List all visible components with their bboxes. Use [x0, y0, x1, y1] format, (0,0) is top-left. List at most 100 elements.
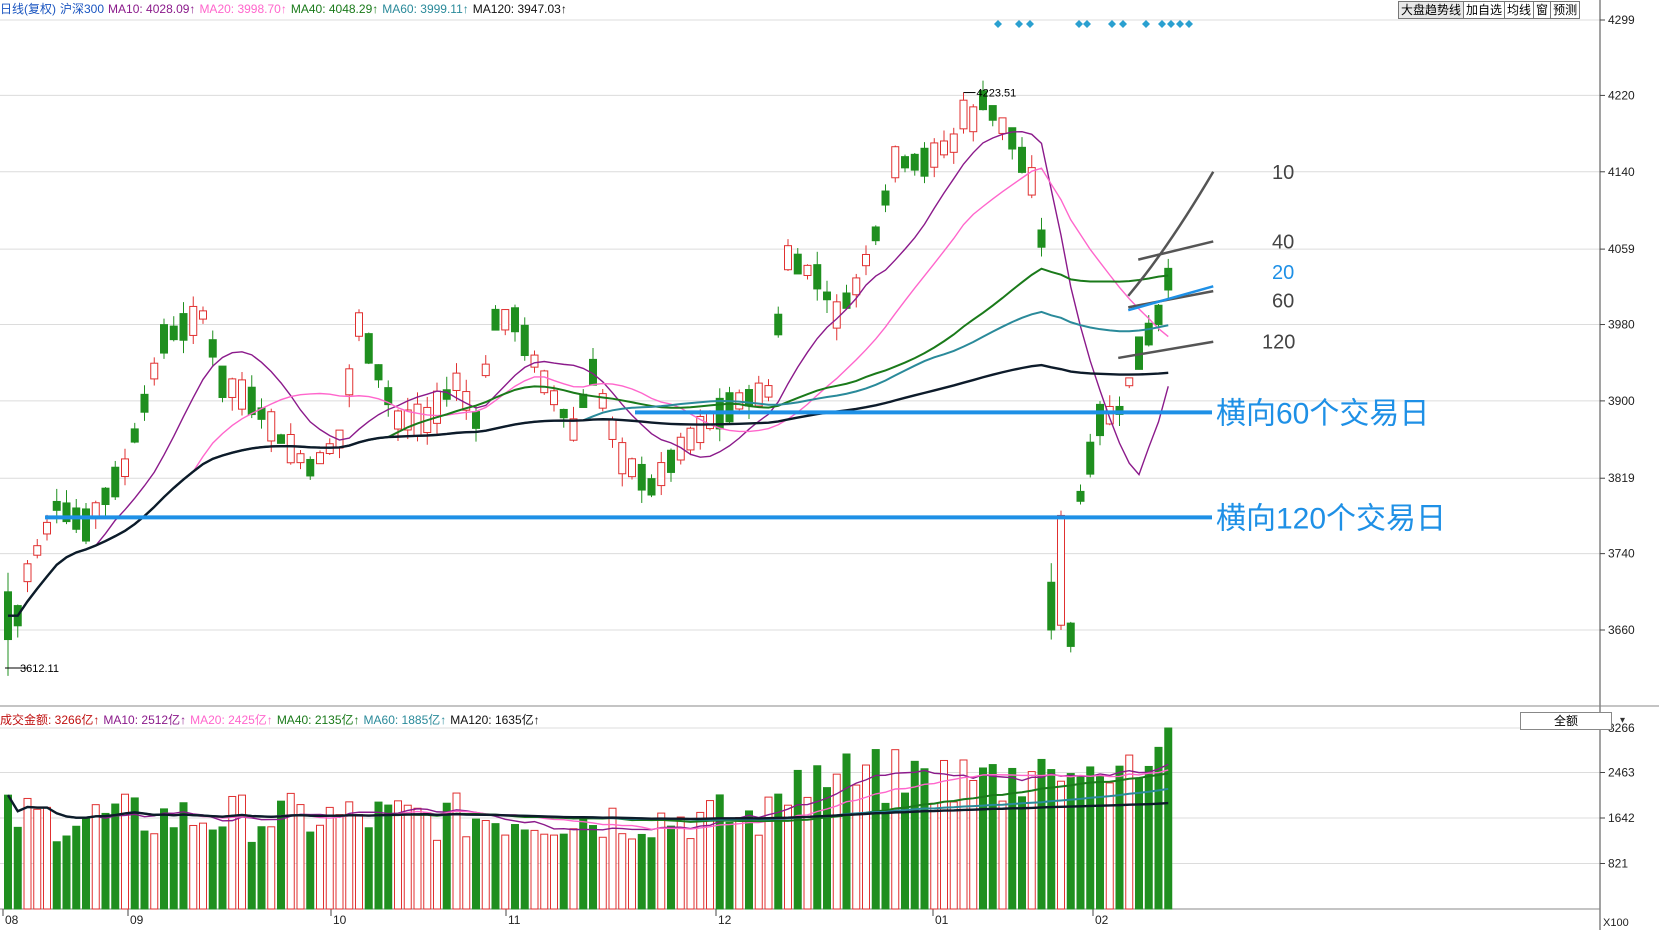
ma-line-120 [8, 363, 1169, 617]
candle-body-88 [862, 253, 870, 267]
volume-mode-select[interactable]: 全额 [1520, 712, 1625, 730]
candle-body-29 [286, 433, 295, 464]
volume-bar-21 [208, 829, 217, 910]
volume-bar-40 [394, 800, 402, 910]
month-label-0: 08 [5, 913, 19, 927]
signal-marker-7 [1142, 20, 1150, 28]
candle-body-85 [832, 301, 841, 329]
candle-body-81 [793, 253, 802, 275]
volume-bar-4 [43, 806, 51, 910]
price-tick-label-3: 3900 [1608, 394, 1635, 408]
candle-body-112 [1096, 403, 1104, 437]
candle-body-37 [364, 333, 373, 364]
candle-body-36 [355, 312, 363, 337]
candle-body-95 [930, 142, 939, 168]
volume-bar-12 [121, 793, 129, 910]
volume-bar-55 [540, 833, 549, 910]
stock-chart: 3660 3740 3819 3900 3980 4059 4140 4220 4299 821 1… [0, 0, 1659, 930]
toolbar-button-3[interactable]: 窗 [1533, 1, 1552, 19]
volume-bar-10 [101, 812, 110, 910]
candle-body-79 [774, 313, 783, 336]
ma40-tag: 40 [1272, 231, 1294, 253]
ma-legend-2: MA40: 4048.29↑ [290, 2, 379, 16]
candle-body-28 [277, 434, 285, 444]
candle-body-118 [1154, 304, 1163, 326]
volume-bar-15 [150, 833, 159, 910]
volume-bar-61 [598, 836, 607, 910]
volume-bar-56 [550, 834, 558, 910]
symbol-label: 沪深300 [60, 2, 105, 16]
volume-bar-75 [735, 816, 744, 910]
volume-bar-14 [140, 830, 149, 910]
price-tick-label-7: 4220 [1608, 88, 1635, 102]
candle-body-2 [23, 563, 32, 583]
volume-bar-17 [169, 827, 178, 910]
vol-ma-legend-4: MA120: 1635亿↑ [450, 713, 540, 727]
candle-body-30 [296, 453, 305, 464]
volume-bar-86 [842, 753, 851, 910]
candle-body-93 [910, 153, 919, 171]
candle-body-54 [530, 354, 539, 368]
volume-bar-16 [160, 808, 168, 910]
volume-bar-62 [608, 807, 617, 910]
volume-bar-101 [988, 764, 997, 910]
price-tick-label-0: 3660 [1608, 623, 1635, 637]
signal-marker-0 [994, 20, 1002, 28]
candle-body-97 [949, 133, 958, 153]
candle-body-14 [140, 393, 149, 413]
candle-body-17 [169, 325, 178, 341]
volume-bar-58 [569, 828, 578, 910]
volume-bar-119 [1164, 727, 1173, 910]
candle-body-15 [150, 362, 159, 380]
volume-bar-19 [189, 824, 198, 910]
volume-bar-88 [862, 764, 870, 910]
candle-body-98 [959, 99, 968, 130]
candle-body-61 [598, 393, 607, 409]
signal-marker-2 [1026, 20, 1034, 28]
volume-bar-94 [920, 768, 929, 910]
volume-bar-64 [628, 838, 636, 910]
volume-bar-30 [296, 804, 305, 910]
candle-body-70 [686, 427, 695, 451]
toolbar-button-1[interactable]: 加自选 [1463, 1, 1506, 19]
price-tick-label-5: 4059 [1608, 242, 1635, 256]
candle-body-80 [784, 245, 792, 271]
candle-body-109 [1066, 622, 1075, 647]
candle-body-27 [267, 411, 276, 442]
volume-bar-29 [286, 792, 295, 910]
signal-marker-1 [1015, 20, 1023, 28]
toolbar-button-4[interactable]: 预测 [1550, 1, 1581, 19]
candle-body-11 [111, 466, 120, 498]
forecast-line-120 [1118, 340, 1214, 360]
volume-bar-47 [462, 836, 471, 910]
volume-bar-102 [998, 800, 1007, 910]
volume-bar-27 [267, 826, 276, 910]
candle-body-59 [579, 393, 588, 408]
toolbar-button-2[interactable]: 均线 [1504, 1, 1535, 19]
candle-body-10 [101, 487, 110, 506]
toolbar-button-0[interactable]: 大盘趋势线 [1398, 1, 1465, 19]
vol-unit-label: X100 [1603, 917, 1629, 929]
candle-body-48 [472, 411, 480, 429]
signal-marker-5 [1108, 20, 1116, 28]
vol-tick-label-0: 821 [1608, 857, 1628, 871]
volume-bar-89 [871, 749, 880, 910]
month-label-1: 09 [130, 913, 144, 927]
ma-legend-1: MA20: 3998.70↑ [199, 2, 287, 16]
candle-body-99 [969, 106, 978, 133]
candle-body-82 [803, 264, 812, 276]
candle-body-53 [520, 324, 529, 357]
volume-header: 成交金额: 3266亿↑ MA10: 2512亿↑ MA20: 2425亿↑ MA40… [0, 712, 548, 728]
candle-body-102 [998, 117, 1007, 134]
volume-bar-53 [520, 829, 529, 910]
candle-body-57 [559, 408, 568, 419]
candle-body-111 [1086, 441, 1095, 475]
candle-body-18 [179, 313, 188, 341]
volume-bar-83 [813, 765, 822, 910]
volume-bar-113 [1105, 782, 1114, 910]
candle-body-35 [345, 368, 354, 396]
volume-bar-114 [1115, 765, 1124, 910]
volume-bar-32 [316, 824, 324, 910]
volume-bar-23 [228, 795, 237, 910]
volume-bar-63 [618, 833, 627, 910]
